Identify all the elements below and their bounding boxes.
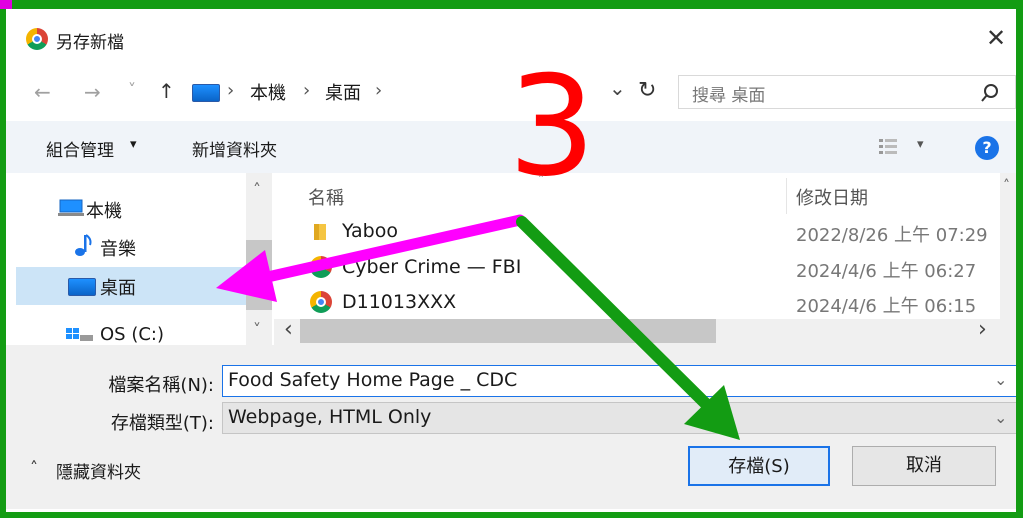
- hide-folders-button[interactable]: 隱藏資料夾: [56, 458, 141, 483]
- breadcrumb-item-computer[interactable]: 本機: [250, 79, 286, 105]
- vscroll-up-icon[interactable]: ˄: [1003, 178, 1010, 194]
- hide-folders-chevron-icon[interactable]: ˄: [30, 458, 38, 477]
- organize-button[interactable]: 組合管理: [46, 136, 114, 161]
- desktop-icon: [68, 278, 96, 296]
- nav-scroll-up-icon[interactable]: ˄: [253, 180, 261, 199]
- recent-locations-chevron-icon[interactable]: ˅: [128, 80, 136, 99]
- hscroll-right-icon[interactable]: ›: [978, 318, 987, 342]
- organize-caret-icon: ▾: [130, 137, 137, 152]
- file-name[interactable]: D11013XXX: [342, 291, 456, 313]
- help-icon[interactable]: ?: [975, 136, 999, 160]
- chrome-icon: [310, 256, 332, 278]
- nav-scroll-down-icon[interactable]: ˅: [253, 320, 261, 339]
- file-date: 2024/4/6 上午 06:27: [796, 261, 977, 282]
- view-options-icon[interactable]: [878, 137, 900, 157]
- navigation-pane: [16, 173, 272, 345]
- filetype-label: 存檔類型(T):: [110, 413, 214, 434]
- column-divider[interactable]: [786, 178, 787, 214]
- column-header-name[interactable]: 名稱: [308, 184, 344, 210]
- nav-item-music[interactable]: 音樂: [100, 235, 136, 261]
- save-button[interactable]: 存檔(S): [688, 446, 830, 486]
- music-icon: [75, 234, 92, 256]
- filename-dropdown-icon[interactable]: ⌄: [994, 370, 1007, 389]
- column-header-date[interactable]: 修改日期: [796, 184, 868, 210]
- file-name[interactable]: Cyber Crime — FBI: [342, 256, 521, 278]
- nav-scroll-thumb[interactable]: [246, 240, 272, 310]
- drive-icon: [66, 328, 93, 341]
- hscroll-thumb[interactable]: [300, 319, 716, 343]
- search-icon[interactable]: [980, 83, 1000, 103]
- desktop-icon: [192, 84, 220, 102]
- filename-field[interactable]: Food Safety Home Page _ CDC: [222, 365, 1018, 397]
- refresh-icon[interactable]: ↻: [638, 78, 656, 103]
- file-name[interactable]: Yaboo: [342, 220, 398, 242]
- breadcrumb-item-desktop[interactable]: 桌面: [325, 79, 361, 105]
- folder-icon: [314, 224, 326, 240]
- file-date: 2022/8/26 上午 07:29: [796, 225, 988, 246]
- breadcrumb-separator: ›: [227, 80, 235, 101]
- new-folder-button[interactable]: 新增資料夾: [192, 136, 277, 161]
- up-arrow-icon[interactable]: ↑: [158, 79, 175, 103]
- filename-label: 檔案名稱(N):: [108, 375, 214, 396]
- nav-item-desktop[interactable]: 桌面: [100, 274, 136, 300]
- breadcrumb-separator: ›: [303, 80, 311, 101]
- address-dropdown-icon[interactable]: ⌄: [609, 76, 626, 100]
- search-placeholder: 搜尋 桌面: [692, 86, 766, 106]
- forward-arrow-icon[interactable]: →: [84, 80, 101, 104]
- nav-item-computer[interactable]: 本機: [86, 197, 122, 223]
- hscroll-left-icon[interactable]: ‹: [284, 318, 293, 342]
- filetype-dropdown-icon[interactable]: ⌄: [994, 408, 1007, 427]
- top-strip-magenta: [0, 0, 12, 9]
- step-number-annotation: 3: [508, 46, 596, 207]
- computer-icon: [58, 199, 84, 216]
- file-list-vscrollbar[interactable]: [1000, 173, 1016, 319]
- chrome-icon: [26, 28, 48, 50]
- breadcrumb-separator: ›: [375, 80, 383, 101]
- cancel-button[interactable]: 取消: [852, 446, 996, 486]
- file-date: 2024/4/6 上午 06:15: [796, 296, 977, 317]
- filetype-select[interactable]: Webpage, HTML Only: [222, 402, 1018, 434]
- top-strip-orange: [760, 0, 772, 9]
- nav-item-os-drive[interactable]: OS (C:): [100, 324, 164, 345]
- chrome-icon-center: [316, 297, 326, 307]
- back-arrow-icon[interactable]: ←: [34, 80, 51, 104]
- close-icon[interactable]: ✕: [986, 26, 1006, 50]
- window-title: 另存新檔: [56, 33, 124, 53]
- view-caret-icon[interactable]: ▾: [917, 137, 924, 152]
- top-strip-dark: [760, 0, 1023, 6]
